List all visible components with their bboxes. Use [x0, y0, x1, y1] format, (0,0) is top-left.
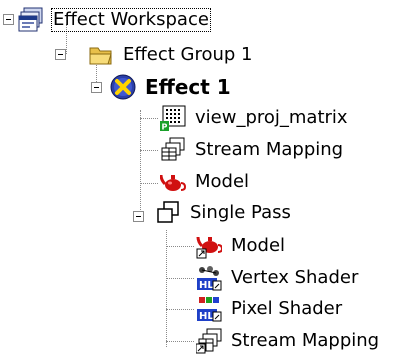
tree-node-effect-group[interactable]: Effect Group 1	[88, 40, 255, 70]
folder-open-icon	[88, 42, 114, 68]
tree-node-single-pass[interactable]: Single Pass	[155, 198, 293, 228]
svg-text:HL: HL	[199, 311, 214, 322]
tree-node-effect[interactable]: Effect 1	[110, 72, 233, 102]
tree-node-pixel-shader[interactable]: HL Pixel Shader	[196, 294, 344, 324]
tree-node-label[interactable]: Stream Mapping	[229, 330, 381, 352]
pass-icon	[155, 200, 181, 226]
tree-node-label[interactable]: Model	[193, 171, 251, 193]
tree-node-vertex-shader[interactable]: HL Vertex Shader	[196, 263, 360, 293]
tree-node-label[interactable]: Effect 1	[143, 76, 233, 98]
tree-node-label[interactable]: Pixel Shader	[229, 298, 344, 320]
collapse-toggle[interactable]	[55, 49, 66, 60]
tree-node-pass-model[interactable]: Model	[196, 231, 287, 261]
tree-node-label[interactable]: view_proj_matrix	[193, 107, 350, 129]
tree-node-label[interactable]: Effect Group 1	[121, 44, 255, 66]
tree-node-effect-workspace[interactable]: Effect Workspace	[18, 5, 211, 35]
tree-node-label[interactable]: Single Pass	[188, 202, 293, 224]
svg-text:HL: HL	[199, 280, 214, 291]
tree-node-stream-mapping[interactable]: Stream Mapping	[160, 135, 345, 165]
svg-text:P: P	[162, 123, 168, 132]
tree-connector	[140, 118, 158, 119]
tree-connector	[140, 183, 158, 184]
tree-connector	[166, 246, 194, 247]
matrix-parameter-icon: P	[160, 105, 186, 132]
tree-node-view-proj-matrix[interactable]: P view_proj_matrix	[160, 103, 350, 133]
teapot-model-icon	[159, 169, 187, 195]
tree-connector	[140, 110, 141, 216]
stream-mapping-icon	[160, 137, 186, 163]
tree-connector	[166, 309, 194, 310]
tree-connector	[166, 230, 167, 347]
collapse-toggle[interactable]	[3, 14, 14, 25]
tree-node-label[interactable]: Model	[229, 235, 287, 257]
collapse-toggle[interactable]	[91, 82, 102, 93]
tree-node-label[interactable]: Effect Workspace	[51, 8, 211, 32]
teapot-model-reference-icon	[196, 233, 224, 259]
tree-node-model[interactable]: Model	[159, 167, 251, 197]
tree-connector	[140, 150, 158, 151]
collapse-toggle[interactable]	[133, 211, 144, 222]
tree-connector	[166, 341, 194, 342]
pixel-shader-hl-icon: HL	[196, 296, 222, 322]
tree-node-label[interactable]: Stream Mapping	[193, 139, 345, 161]
effect-icon	[110, 74, 136, 100]
workspace-icon	[18, 7, 44, 33]
tree-node-label[interactable]: Vertex Shader	[229, 267, 360, 289]
effect-tree[interactable]: Effect Workspace Effect Group 1 Effect 1	[0, 0, 400, 358]
stream-mapping-reference-icon	[195, 328, 222, 354]
tree-connector	[166, 278, 194, 279]
tree-node-pass-stream-mapping[interactable]: Stream Mapping	[195, 326, 381, 356]
vertex-shader-hl-icon: HL	[196, 265, 222, 291]
